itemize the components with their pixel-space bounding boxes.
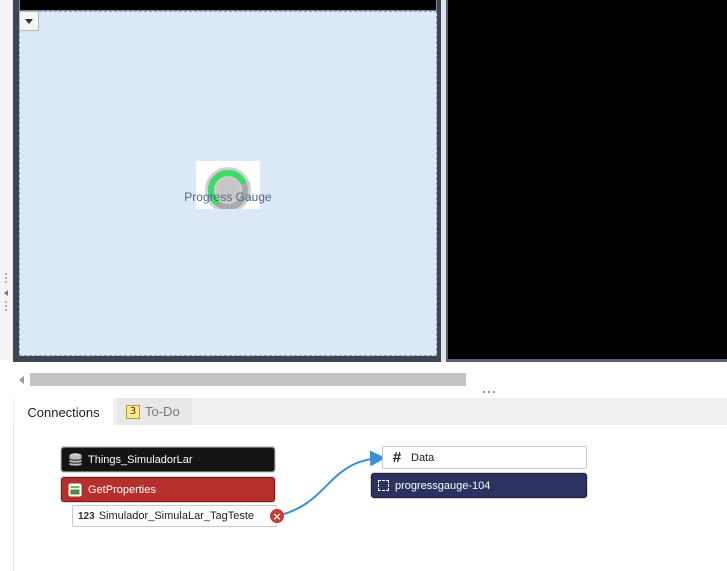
field-name: Simulador_SimulaLar_TagTeste: [98, 510, 254, 522]
property-name: Data: [411, 451, 435, 464]
close-icon: ×: [272, 509, 282, 523]
service-output-field[interactable]: 123 Simulador_SimulaLar_TagTeste: [72, 505, 277, 527]
target-widget-node[interactable]: progressgauge-104: [371, 473, 587, 498]
hash-icon: #: [392, 449, 402, 466]
widget-icon: [378, 480, 389, 491]
thing-source-node[interactable]: Things_SimuladorLar: [61, 447, 275, 472]
number-type-icon: 123: [78, 510, 95, 522]
service-node[interactable]: GetProperties: [61, 477, 275, 502]
service-icon: [68, 483, 82, 497]
remove-binding-button[interactable]: ×: [270, 509, 284, 523]
widget-property-node[interactable]: # Data: [382, 446, 587, 469]
database-icon: [68, 452, 82, 467]
thing-name: Things_SimuladorLar: [88, 453, 193, 466]
widget-name: progressgauge-104: [395, 479, 491, 492]
service-name: GetProperties: [88, 483, 156, 496]
